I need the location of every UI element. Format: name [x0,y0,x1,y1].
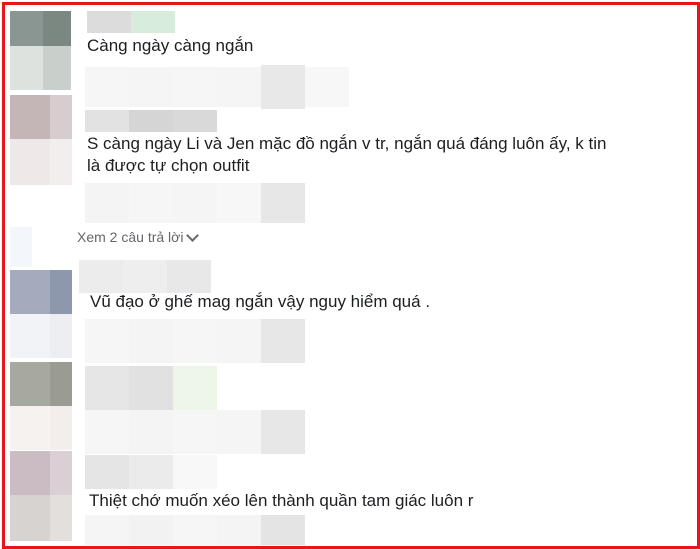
comment-2-avatar [10,139,50,185]
comment-4-avatar [10,406,50,450]
comment-2-actions [85,183,129,223]
comment-4-author-name [129,366,173,410]
comment-2-author-name [173,110,217,132]
comment-1-actions [173,67,217,107]
comment-1-text: Càng ngày càng ngắn [87,36,254,55]
comment-2-author-name [129,110,173,132]
comment-1-actions [305,67,349,107]
comment-3-author-name [79,260,123,293]
comment-section: Càng ngày càng ngắn S càng ngày Li và Je… [2,2,700,549]
comment-4-actions [129,410,173,454]
comment-3-actions [129,319,173,363]
comment-2-avatar [50,95,72,139]
reply-avatar [10,227,32,267]
comment-5-author-name [85,455,129,489]
view-replies-link[interactable]: Xem 2 câu trả lời [77,228,200,246]
comment-4-actions [85,410,129,454]
comment-5-actions [217,515,261,545]
comment-4-avatar [50,362,72,406]
comment-1-actions [261,65,305,109]
comment-4-actions [217,410,261,454]
comment-5-avatar [50,451,72,495]
comment-2-actions [217,183,261,223]
comment-2-avatar [50,139,72,185]
comment-1-actions [217,67,261,107]
comment-5-actions [173,515,217,545]
comment-1-actions [129,67,173,107]
comment-3-avatar [10,314,50,358]
comment-3-actions [261,319,305,363]
comment-3-avatar [50,270,72,314]
comment-1-avatar [43,46,71,90]
comment-5-author-name [129,455,173,489]
view-replies-label[interactable]: Xem 2 câu trả lời [77,228,183,246]
comment-2-text-line-1: S càng ngày Li và Jen mặc đồ ngắn v tr, … [87,134,607,153]
comment-5-actions [85,515,129,545]
comment-1-avatar [43,11,71,46]
comment-3-author-name [123,260,167,293]
comment-4-author-name [85,366,129,410]
comment-3-actions [85,319,129,363]
comment-2-avatar [10,95,50,139]
comment-1-actions [85,67,129,107]
comment-5-author-name [173,455,217,489]
comment-3-actions [217,319,261,363]
comment-3-avatar [50,314,72,358]
comment-5-actions [129,515,173,545]
comment-1-author-name [131,11,175,33]
chevron-down-icon[interactable] [186,228,200,242]
comment-3-text: Vũ đạo ở ghế mag ngắn vậy nguy hiểm quá … [90,292,431,311]
comment-2-actions [261,183,305,223]
comment-5-avatar [10,495,50,541]
comment-2-actions [129,183,173,223]
comment-4-avatar [50,406,72,450]
comment-5-actions [261,515,305,545]
comment-1-avatar [10,11,43,46]
comment-1-author-name [87,11,131,33]
comment-1-avatar [10,46,43,90]
comment-2-author-name [85,110,129,132]
comment-2-text-line-2: là được tự chọn outfit [87,156,250,175]
comment-3-actions [173,319,217,363]
comment-4-text: Thiệt chớ muốn xéo lên thành quần tam gi… [89,491,474,510]
comment-4-actions [173,410,217,454]
comment-2-actions [173,183,217,223]
comment-4-author-name [173,366,217,410]
comment-5-avatar [10,451,50,495]
comment-4-actions [261,410,305,454]
comment-5-avatar [50,495,72,541]
comment-3-avatar [10,270,50,314]
comment-3-author-name [167,260,211,293]
comment-4-avatar [10,362,50,406]
